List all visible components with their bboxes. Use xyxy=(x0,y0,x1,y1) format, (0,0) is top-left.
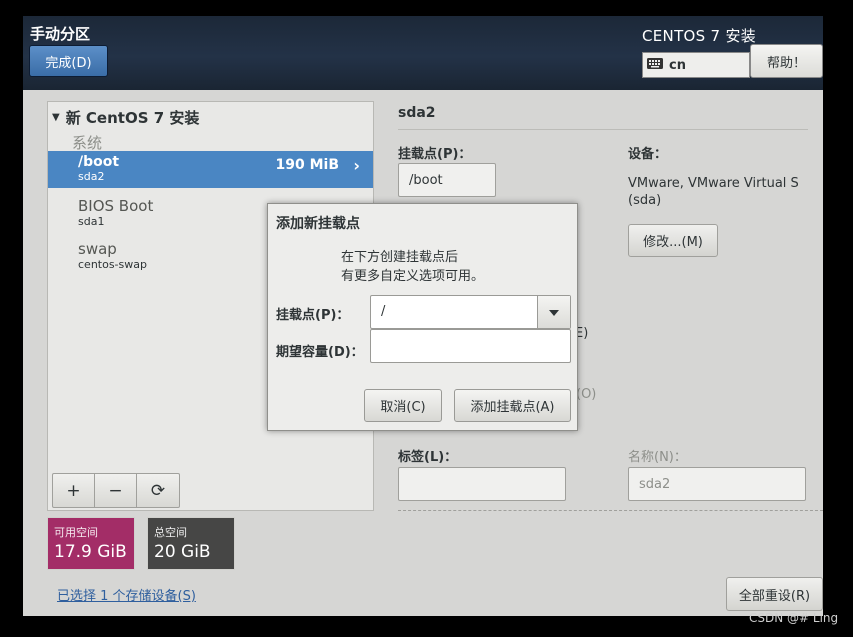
partially-hidden-text: (O) xyxy=(576,387,597,402)
selected-storage-link[interactable]: 已选择 1 个存储设备(S) xyxy=(57,585,196,604)
device-description-line2: (sda) xyxy=(628,193,662,208)
mount-point-input[interactable]: / xyxy=(381,304,385,319)
label-input[interactable] xyxy=(398,467,566,501)
keyboard-icon xyxy=(647,57,663,73)
add-mount-point-button[interactable]: 添加挂载点(A) xyxy=(454,389,571,422)
available-space-value: 17.9 GiB xyxy=(54,542,127,562)
cancel-button[interactable]: 取消(C) xyxy=(364,389,442,422)
section-label-system: 系统 xyxy=(72,134,103,152)
mount-point-field[interactable]: /boot xyxy=(398,163,496,197)
add-mount-point-dialog: 添加新挂载点 在下方创建挂载点后 有更多自定义选项可用。 挂载点(P)： / 期… xyxy=(267,203,578,431)
desired-capacity-input[interactable] xyxy=(370,329,571,363)
device-description: VMware, VMware Virtual S (sda) xyxy=(628,175,799,209)
reset-all-button[interactable]: 全部重设(R) xyxy=(726,577,823,611)
available-space-box: 可用空间 17.9 GiB xyxy=(47,517,135,570)
name-field-label: 名称(N)： xyxy=(628,450,687,465)
total-space-label: 总空间 xyxy=(154,526,187,539)
dialog-capacity-label: 期望容量(D)： xyxy=(276,345,364,360)
install-group-title: 新 CentOS 7 安装 xyxy=(65,109,200,127)
add-partition-button[interactable]: + xyxy=(53,474,95,507)
mount-point-dropdown-button[interactable] xyxy=(537,296,570,328)
refresh-icon: ⟳ xyxy=(150,480,166,501)
dialog-message-line1: 在下方创建挂载点后 xyxy=(341,250,459,265)
installer-window: 手动分区 完成(D) CENTOS 7 安装 cn 帮助！ ▼ 新 CentOS… xyxy=(23,16,823,616)
triangle-down-icon xyxy=(549,305,559,320)
help-button[interactable]: 帮助！ xyxy=(750,44,823,78)
keyboard-layout-indicator[interactable]: cn xyxy=(642,52,750,78)
available-space-label: 可用空间 xyxy=(54,526,98,539)
device-description-line1: VMware, VMware Virtual S xyxy=(628,176,799,191)
total-space-value: 20 GiB xyxy=(154,542,211,562)
chevron-right-icon: › xyxy=(353,156,360,175)
refresh-button[interactable]: ⟳ xyxy=(137,474,179,507)
keyboard-layout-label: cn xyxy=(669,57,686,73)
header-bar: 手动分区 完成(D) CENTOS 7 安装 cn 帮助！ xyxy=(23,16,823,90)
mount-point-label: 挂载点(P)： xyxy=(398,147,472,162)
page-title: 手动分区 xyxy=(30,25,91,43)
total-space-box: 总空间 20 GiB xyxy=(147,517,235,570)
partition-size: 190 MiB xyxy=(275,157,340,173)
dashed-divider xyxy=(398,510,823,511)
triangle-down-icon: ▼ xyxy=(52,112,60,123)
name-input[interactable]: sda2 xyxy=(628,467,806,501)
mount-point-combobox[interactable]: / xyxy=(370,295,571,329)
partition-toolbar: + − ⟳ xyxy=(52,473,180,508)
label-field-label: 标签(L)： xyxy=(398,450,458,465)
partition-row-boot[interactable]: /boot sda2 190 MiB › xyxy=(48,151,373,188)
divider xyxy=(398,129,808,130)
modify-button[interactable]: 修改...(M) xyxy=(628,224,718,257)
dialog-message-line2: 有更多自定义选项可用。 xyxy=(341,269,485,284)
watermark-text: CSDN @# Ling xyxy=(749,611,839,625)
done-button[interactable]: 完成(D) xyxy=(29,45,108,77)
remove-partition-button[interactable]: − xyxy=(95,474,137,507)
device-label: 设备： xyxy=(628,147,668,162)
detail-title: sda2 xyxy=(398,105,436,121)
dialog-mount-label: 挂载点(P)： xyxy=(276,308,350,323)
dialog-title: 添加新挂载点 xyxy=(276,216,360,232)
product-title: CENTOS 7 安装 xyxy=(642,27,757,45)
install-group-header[interactable]: ▼ 新 CentOS 7 安装 xyxy=(52,107,199,128)
